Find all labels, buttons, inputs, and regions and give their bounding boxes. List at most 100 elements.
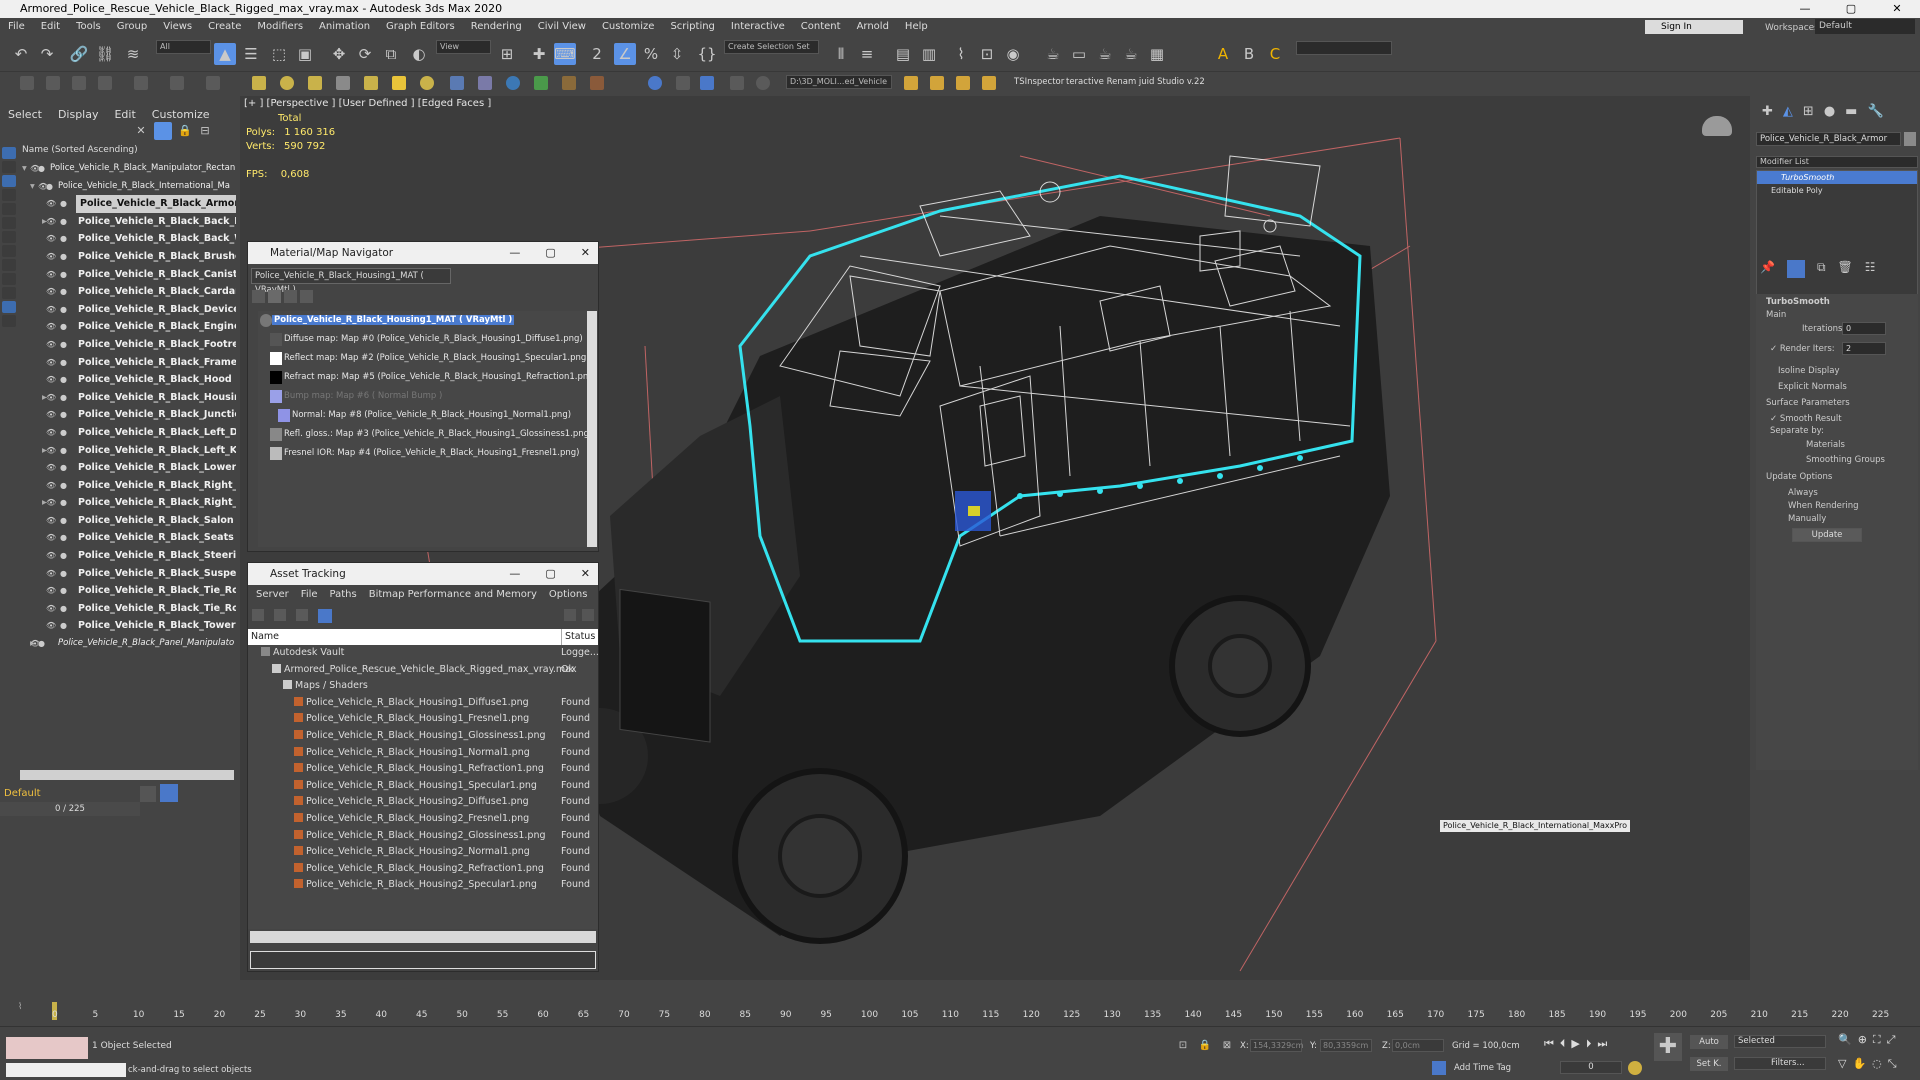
move-icon[interactable]: ✥ — [328, 43, 350, 65]
freeze-icon[interactable]: ● — [60, 512, 67, 530]
select-object-icon[interactable]: ▲ — [214, 43, 236, 65]
z-coordinate[interactable]: 0,0cm — [1392, 1039, 1444, 1052]
scene-item[interactable]: 👁● Police_Vehicle_R_Black_Canisters — [22, 266, 236, 284]
asset-row[interactable]: Police_Vehicle_R_Black_Housing1_Diffuse1… — [248, 695, 598, 712]
visibility-icon[interactable]: 👁 — [46, 494, 56, 512]
remove-modifier-icon[interactable]: 🗑 — [1838, 260, 1853, 278]
redo-icon[interactable]: ↷ — [36, 43, 58, 65]
menu-modifiers[interactable]: Modifiers — [249, 18, 311, 35]
freeze-icon[interactable]: ● — [60, 354, 67, 372]
scene-item[interactable]: ▸ 👁 ● Police_Vehicle_R_Black_Housing — [22, 389, 236, 407]
menu-group[interactable]: Group — [109, 18, 155, 35]
filter-icon[interactable] — [154, 122, 172, 140]
lock-icon[interactable]: 🔒 — [178, 122, 192, 140]
set-key-button[interactable]: Set K. — [1690, 1057, 1728, 1071]
scene-item[interactable]: ▸ 👁 ● Police_Vehicle_R_Black_Right_Kn — [22, 494, 236, 512]
rectangular-selection-icon[interactable]: ⬚ — [268, 43, 290, 65]
render-grid-icon[interactable]: ▦ — [1146, 43, 1168, 65]
tool-icon[interactable] — [170, 76, 184, 90]
asset-tool-icon[interactable] — [318, 609, 332, 623]
scene-item[interactable]: 👁 ● Police_Vehicle_R_Black_Cardans — [22, 283, 236, 301]
scene-item[interactable]: ▸👁●Police_Vehicle_R_Black_Back_Doo — [22, 213, 236, 231]
zoom-all-icon[interactable]: ⊕ — [1858, 1033, 1867, 1047]
display-bones-icon[interactable] — [2, 273, 16, 285]
smoothing-groups-checkbox[interactable]: Smoothing Groups — [1806, 455, 1885, 465]
map-item[interactable]: Fresnel IOR: Map #4 (Police_Vehicle_R_Bl… — [258, 444, 588, 463]
display-hidden-icon[interactable] — [2, 315, 16, 327]
iterations-spinner[interactable]: 0 — [1842, 322, 1886, 335]
display-none-icon[interactable] — [2, 147, 16, 159]
scene-item[interactable]: 👁 ● Police_Vehicle_R_Black_Armor — [22, 195, 236, 213]
scene-item[interactable]: 👁 ● Police_Vehicle_R_Black_Hood — [22, 371, 236, 389]
scene-item[interactable]: ▸ 👁 ● Police_Vehicle_R_Black_Panel_Manipula… — [22, 635, 236, 653]
asset-tool-icon[interactable] — [252, 609, 264, 621]
motion-tab-icon[interactable]: ● — [1824, 104, 1835, 120]
zoom-icon[interactable]: 🔍 — [1838, 1033, 1852, 1047]
tool-icon[interactable] — [756, 76, 770, 90]
asset-row[interactable]: Armored_Police_Rescue_Vehicle_Black_Rigg… — [248, 662, 598, 679]
asset-menu-paths[interactable]: Paths — [324, 589, 363, 600]
material-editor-icon[interactable]: ◉ — [1002, 43, 1024, 65]
maximize-icon[interactable]: ▢ — [545, 242, 555, 264]
view-large-icons-icon[interactable] — [300, 290, 313, 303]
rollout-title[interactable]: TurboSmooth — [1766, 297, 1830, 307]
play-icon[interactable]: ▶ — [1571, 1037, 1579, 1051]
freeze-icon[interactable]: ● — [60, 424, 67, 442]
menu-civil-view[interactable]: Civil View — [530, 18, 594, 35]
map-item[interactable]: Bump map: Map #6 ( Normal Bump ) — [258, 387, 588, 406]
link-icon[interactable]: 🔗 — [68, 43, 90, 65]
asset-row[interactable]: Police_Vehicle_R_Black_Housing1_Fresnel1… — [248, 711, 598, 728]
toggle-ribbon-icon[interactable]: ▥ — [918, 43, 940, 65]
asset-row[interactable]: Police_Vehicle_R_Black_Housing2_Normal1.… — [248, 844, 598, 861]
freeze-icon[interactable]: ● — [38, 160, 45, 178]
scene-item[interactable]: ▾ 👁 ● Police_Vehicle_R_Black_International_… — [22, 178, 236, 196]
go-to-start-icon[interactable]: ⏮ — [1544, 1037, 1554, 1051]
helper-icon[interactable] — [420, 76, 434, 90]
add-time-tag[interactable]: Add Time Tag — [1454, 1063, 1511, 1073]
asset-hscroll[interactable] — [250, 931, 596, 943]
menu-views[interactable]: Views — [155, 18, 200, 35]
visibility-icon[interactable]: 👁 — [46, 283, 56, 301]
scene-item[interactable]: 👁● Police_Vehicle_R_Black_Footrests — [22, 336, 236, 354]
asset-row[interactable]: Police_Vehicle_R_Black_Housing2_Fresnel1… — [248, 811, 598, 828]
tool-icon[interactable] — [562, 76, 576, 90]
undo-icon[interactable]: ↶ — [10, 43, 32, 65]
path-dropdown[interactable]: D:\3D_MOLI...ed_Vehicle — [786, 75, 892, 89]
visibility-icon[interactable]: 👁 — [46, 371, 56, 389]
scene-item[interactable]: 👁 ● Police_Vehicle_R_Black_Left_Doo — [22, 424, 236, 442]
visibility-icon[interactable]: 👁 — [46, 230, 56, 248]
hierarchy-icon[interactable]: ⊟ — [198, 122, 212, 140]
viewport-label[interactable]: [+ ] [Perspective ] [User Defined ] [Edg… — [244, 98, 491, 109]
map-item[interactable]: Normal: Map #8 (Police_Vehicle_R_Black_H… — [258, 406, 588, 425]
viewcube-icon[interactable] — [1702, 116, 1732, 136]
expand-icon[interactable]: ▾ — [22, 160, 27, 178]
tab-select[interactable]: Select — [0, 108, 50, 121]
isoline-checkbox[interactable]: Isoline Display — [1778, 366, 1840, 376]
configure-sets-icon[interactable]: ☷ — [1865, 260, 1876, 278]
visibility-icon[interactable]: 👁 — [46, 354, 56, 372]
scene-item[interactable]: 👁 ● Police_Vehicle_R_Black_Engine — [22, 318, 236, 336]
orbit-icon[interactable]: ◌ — [1872, 1057, 1882, 1071]
refresh-icon[interactable] — [582, 609, 594, 621]
placement-icon[interactable]: ◐ — [408, 43, 430, 65]
menu-interactive[interactable]: Interactive — [723, 18, 793, 35]
render-iters-checkbox[interactable]: ✓ Render Iters: — [1770, 344, 1835, 354]
display-shapes-icon[interactable] — [2, 175, 16, 187]
selection-filter-dropdown[interactable]: All — [156, 40, 211, 54]
tool-icon[interactable] — [904, 76, 918, 90]
sort-header[interactable]: Name (Sorted Ascending) — [22, 145, 138, 155]
when-rendering-radio[interactable]: When Rendering — [1788, 501, 1859, 511]
freeze-icon[interactable]: ● — [60, 617, 67, 635]
scene-item[interactable]: 👁● Police_Vehicle_R_Black_Lower_Bo — [22, 459, 236, 477]
mirror-icon[interactable]: ⫴ — [830, 43, 852, 65]
selection-lock-icon[interactable]: 🔒 — [1198, 1039, 1212, 1053]
asset-menu-bitmap[interactable]: Bitmap Performance and Memory — [363, 589, 543, 600]
layers-icon[interactable] — [140, 786, 156, 802]
render-preset-dropdown[interactable] — [1296, 41, 1392, 55]
freeze-icon[interactable]: ● — [60, 389, 67, 407]
asset-row[interactable]: Police_Vehicle_R_Black_Housing1_Normal1.… — [248, 745, 598, 762]
scene-item[interactable]: 👁 ● Police_Vehicle_R_Black_Frame — [22, 354, 236, 372]
asset-menu-options[interactable]: Options — [543, 589, 594, 600]
menu-scripting[interactable]: Scripting — [662, 18, 722, 35]
minimize-button[interactable]: — — [1782, 0, 1828, 18]
